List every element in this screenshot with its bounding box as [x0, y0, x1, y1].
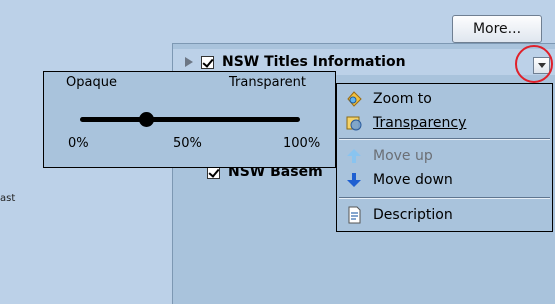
transparent-label: Transparent — [229, 75, 306, 90]
arrow-up-icon — [345, 147, 363, 165]
background-edge-text: ast — [0, 193, 16, 204]
slider-track[interactable] — [80, 117, 300, 122]
document-icon — [345, 206, 363, 224]
menu-item-label: Zoom to — [373, 91, 432, 107]
expand-arrow-icon[interactable] — [185, 57, 193, 67]
more-button[interactable]: More... — [452, 15, 542, 43]
slider-thumb[interactable] — [138, 112, 154, 127]
transparency-slider-popup: Opaque Transparent 0% 50% 100% — [43, 71, 336, 168]
layer-context-menu: Zoom to Transparency Move up Move down D… — [336, 83, 553, 232]
tick-label-50: 50% — [173, 136, 202, 151]
tick-label-100: 100% — [283, 136, 321, 151]
menu-item-description[interactable]: Description — [337, 203, 552, 227]
layer-name: NSW Titles Information — [222, 54, 406, 70]
menu-item-move-down[interactable]: Move down — [337, 168, 552, 192]
menu-separator — [339, 138, 550, 140]
menu-separator — [339, 197, 550, 199]
transparency-icon — [345, 114, 363, 132]
menu-item-label: Description — [373, 207, 453, 223]
zoom-to-icon — [345, 90, 363, 108]
menu-item-transparency[interactable]: Transparency — [337, 111, 552, 135]
highlight-circle-annotation — [515, 45, 553, 83]
layer-visibility-checkbox[interactable] — [201, 55, 214, 69]
menu-item-label: Move up — [373, 148, 433, 164]
menu-item-move-up[interactable]: Move up — [337, 144, 552, 168]
menu-item-label: Transparency — [373, 115, 467, 131]
opaque-label: Opaque — [66, 75, 117, 90]
menu-item-label: Move down — [373, 172, 453, 188]
arrow-down-icon — [345, 171, 363, 189]
tick-label-0: 0% — [68, 136, 89, 151]
menu-item-zoom-to[interactable]: Zoom to — [337, 87, 552, 111]
